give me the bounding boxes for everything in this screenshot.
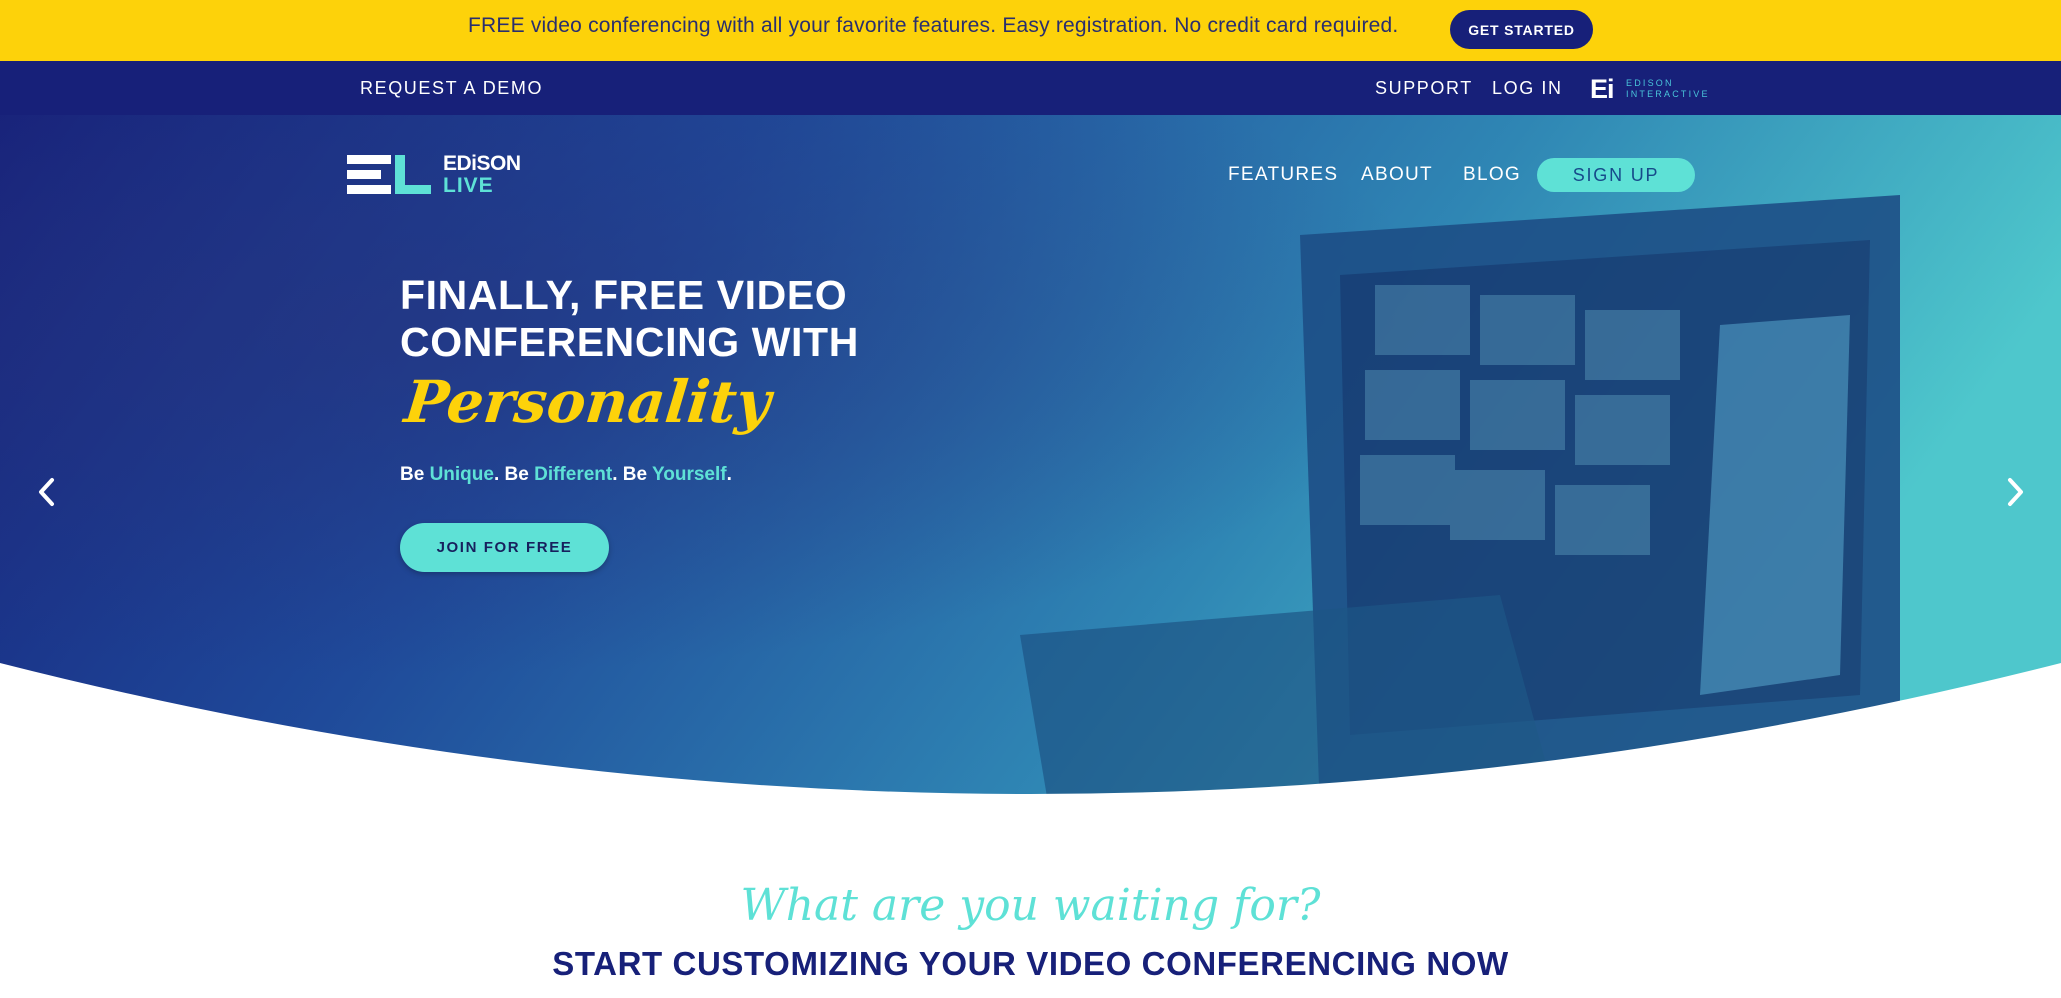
hero-section bbox=[0, 115, 2061, 815]
brand-name-edison: EDiSON bbox=[443, 152, 521, 175]
chevron-right-icon bbox=[2008, 478, 2023, 506]
edison-interactive-logo[interactable]: Ei EDISON INTERACTIVE bbox=[1590, 75, 1710, 103]
chevron-left-icon bbox=[39, 478, 54, 506]
nav-blog[interactable]: BLOG bbox=[1463, 164, 1521, 186]
hero-script-word: Personality bbox=[401, 368, 774, 436]
utility-nav: REQUEST A DEMO SUPPORT LOG IN Ei EDISON I… bbox=[0, 61, 2061, 115]
edison-interactive-wordmark: EDISON INTERACTIVE bbox=[1626, 78, 1710, 99]
hero-headline-line-2: CONFERENCING WITH bbox=[400, 319, 859, 365]
carousel-prev-button[interactable] bbox=[32, 475, 62, 509]
nav-features[interactable]: FEATURES bbox=[1228, 164, 1338, 186]
hero-headline-line-1: FINALLY, FREE VIDEO bbox=[400, 272, 848, 318]
hero-tagline: Be Unique. Be Different. Be Yourself. bbox=[400, 464, 732, 485]
edison-interactive-mark: Ei bbox=[1590, 74, 1614, 104]
hero-background-image bbox=[0, 115, 2061, 815]
carousel-next-button[interactable] bbox=[2000, 475, 2030, 509]
brand-name-live: LIVE bbox=[443, 174, 494, 197]
section-heading: START CUSTOMIZING YOUR VIDEO CONFERENCIN… bbox=[552, 945, 1509, 982]
join-for-free-button[interactable]: JOIN FOR FREE bbox=[400, 523, 609, 572]
promo-message: FREE video conferencing with all your fa… bbox=[468, 14, 1399, 37]
nav-about[interactable]: ABOUT bbox=[1361, 164, 1433, 186]
section-script-heading: What are you waiting for? bbox=[740, 880, 1321, 931]
promo-banner: FREE video conferencing with all your fa… bbox=[0, 0, 2061, 61]
sign-up-button[interactable]: SIGN UP bbox=[1537, 158, 1695, 192]
edison-live-logo[interactable]: EDiSON LIVE bbox=[347, 153, 567, 197]
get-started-button[interactable]: GET STARTED bbox=[1450, 10, 1593, 49]
request-demo-link[interactable]: REQUEST A DEMO bbox=[360, 78, 543, 99]
support-link[interactable]: SUPPORT bbox=[1375, 78, 1473, 99]
login-link[interactable]: LOG IN bbox=[1492, 78, 1563, 99]
